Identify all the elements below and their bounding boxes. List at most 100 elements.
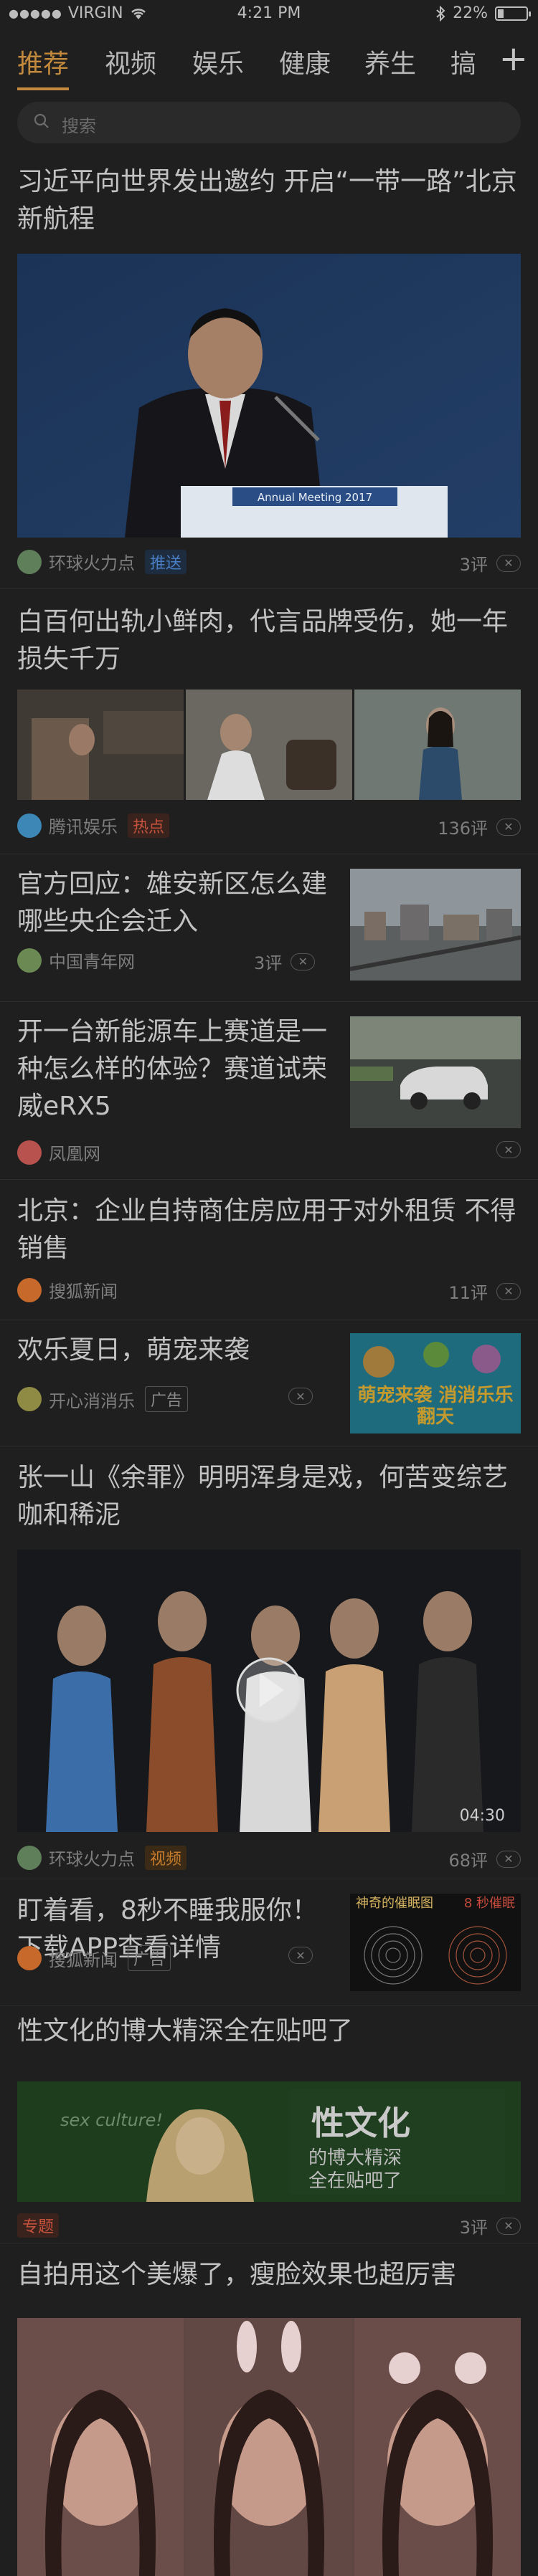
dismiss-button[interactable]: ✕ xyxy=(288,1388,313,1405)
source-logo-icon xyxy=(17,1946,42,1970)
battery-percent: 22% xyxy=(453,4,488,22)
news-actions: ✕ xyxy=(288,1388,313,1405)
news-item[interactable]: 白百何出轨小鲜肉，代言品牌受伤，她一年损失千万 腾讯娱乐 热点 136评 ✕ xyxy=(0,589,538,854)
news-meta: 搜狐新闻 xyxy=(17,1277,118,1302)
news-meta: 搜狐新闻 广告 xyxy=(17,1945,171,1971)
dismiss-button[interactable]: ✕ xyxy=(496,1141,521,1158)
search-input[interactable]: 搜索 xyxy=(17,102,521,143)
source-logo-icon xyxy=(17,549,42,574)
news-source: 环球火力点 xyxy=(49,553,135,573)
channel-tabs: 推荐 视频 娱乐 健康 养生 搞 + xyxy=(0,29,538,93)
news-thumbnail xyxy=(186,690,352,800)
battery-level xyxy=(498,9,504,18)
news-title: 自拍用这个美爆了，瘦脸效果也超厉害 xyxy=(17,2260,457,2289)
tab-health[interactable]: 健康 xyxy=(279,43,331,80)
ad-item[interactable]: 盯着看，8秒不睡我服你！下载APP查看详情 神奇的催眠图 8 秒催眠 搜狐新闻 … xyxy=(0,1879,538,2005)
news-actions: 136评 ✕ xyxy=(438,814,521,839)
news-meta: 凤凰网 xyxy=(17,1140,100,1165)
dismiss-button[interactable]: ✕ xyxy=(496,1850,521,1868)
dismiss-button[interactable]: ✕ xyxy=(496,2217,521,2235)
news-title: 张一山《余罪》明明浑身是戏，何苦变综艺咖和稀泥 xyxy=(17,1463,509,1530)
tab-wellness[interactable]: 养生 xyxy=(364,43,416,80)
podium-caption: Annual Meeting 2017 xyxy=(258,491,372,504)
news-meta: 腾讯娱乐 热点 xyxy=(17,813,170,838)
active-tab-indicator xyxy=(17,87,69,90)
video-duration: 04:30 xyxy=(459,1807,505,1825)
comment-count: 3评 xyxy=(459,2218,488,2238)
news-title: 性文化的博大精深全在贴吧了 xyxy=(17,2016,354,2046)
dismiss-button[interactable]: ✕ xyxy=(288,1947,313,1964)
news-thumbnail xyxy=(350,869,521,981)
ad-image: 萌宠来袭 消消乐乐翻天 xyxy=(350,1333,521,1434)
bluetooth-icon xyxy=(436,5,445,22)
news-thumbnail xyxy=(17,690,184,800)
ad-tag: 广告 xyxy=(128,1945,171,1971)
dismiss-button[interactable]: ✕ xyxy=(496,818,521,836)
topic-banner: sex culture! 性文化 的博大精深 全在贴吧了 xyxy=(17,2081,521,2202)
news-image: Annual Meeting 2017 xyxy=(17,254,521,538)
ad-tag: 广告 xyxy=(145,1386,189,1412)
news-item[interactable]: 自拍用这个美爆了，瘦脸效果也超厉害 xyxy=(0,2243,538,2576)
news-actions: ✕ xyxy=(496,1141,521,1158)
news-title: 开一台新能源车上赛道是一种怎么样的体验？赛道试荣威eRX5 xyxy=(17,1017,328,1121)
news-source: 腾讯娱乐 xyxy=(49,817,118,837)
topic-tag: 专题 xyxy=(17,2213,60,2238)
topic-item[interactable]: 性文化的博大精深全在贴吧了 sex culture! 性文化 的博大精深 全在贴… xyxy=(0,2005,538,2243)
news-tag: 推送 xyxy=(145,549,187,574)
news-meta: 专题 xyxy=(17,2213,60,2238)
news-item[interactable]: 北京：企业自持商住房应用于对外租赁 不得销售 搜狐新闻 11评 ✕ xyxy=(0,1180,538,1320)
source-logo-icon xyxy=(17,1845,42,1870)
news-tag: 热点 xyxy=(128,813,170,838)
news-source: 搜狐新闻 xyxy=(49,1282,118,1302)
news-actions: 3评 ✕ xyxy=(460,2213,521,2238)
add-channel-button[interactable]: + xyxy=(499,39,528,79)
news-thumbnail xyxy=(350,1016,521,1128)
source-logo-icon xyxy=(17,948,42,973)
news-actions: 3评 ✕ xyxy=(460,550,521,576)
comment-count: 3评 xyxy=(254,953,283,973)
tab-video[interactable]: 视频 xyxy=(105,43,156,80)
ad-item[interactable]: 欢乐夏日，萌宠来袭 萌宠来袭 消消乐乐翻天 开心消消乐 广告 ✕ xyxy=(0,1320,538,1446)
news-source: 搜狐新闻 xyxy=(49,1950,118,1970)
video-item[interactable]: 张一山《余罪》明明浑身是戏，何苦变综艺咖和稀泥 04:30 环球火力点 视频 6… xyxy=(0,1446,538,1879)
banner-title: 性文化 xyxy=(311,2104,410,2142)
news-title: 欢乐夏日，萌宠来袭 xyxy=(17,1335,250,1365)
dismiss-button[interactable]: ✕ xyxy=(496,1282,521,1300)
search-icon xyxy=(34,113,49,128)
news-title: 北京：企业自持商住房应用于对外租赁 不得销售 xyxy=(17,1196,516,1263)
news-title: 官方回应：雄安新区怎么建 哪些央企会迁入 xyxy=(17,869,328,936)
news-item[interactable]: 习近平向世界发出邀约 开启“一带一路”北京新航程 Annual Meeting … xyxy=(0,152,538,589)
source-logo-icon xyxy=(17,1140,42,1165)
news-actions: 68评 ✕ xyxy=(448,1846,521,1871)
comment-count: 68评 xyxy=(448,1851,488,1871)
ad-image-text: 萌宠来袭 消消乐乐翻天 xyxy=(357,1385,514,1428)
banner-left-text: sex culture! xyxy=(60,2110,164,2130)
comment-count: 11评 xyxy=(448,1283,488,1303)
source-logo-icon xyxy=(17,813,42,838)
video-thumbnail[interactable]: 04:30 xyxy=(17,1550,521,1832)
search-placeholder: 搜索 xyxy=(62,116,96,136)
source-logo-icon xyxy=(17,1277,42,1302)
tab-entertainment[interactable]: 娱乐 xyxy=(192,43,244,80)
battery-icon xyxy=(495,6,531,21)
news-tag: 视频 xyxy=(145,1845,187,1870)
news-item[interactable]: 官方回应：雄安新区怎么建 哪些央企会迁入 中国青年网 3评 ✕ xyxy=(0,854,538,1002)
news-item[interactable]: 开一台新能源车上赛道是一种怎么样的体验？赛道试荣威eRX5 凤凰网 ✕ xyxy=(0,1002,538,1180)
dismiss-button[interactable]: ✕ xyxy=(291,953,316,970)
tab-recommend[interactable]: 推荐 xyxy=(17,43,69,80)
news-source: 凤凰网 xyxy=(49,1144,100,1164)
banner-subtitle-2: 全在贴吧了 xyxy=(308,2170,402,2192)
source-logo-icon xyxy=(17,1387,42,1411)
tab-funny[interactable]: 搞 xyxy=(450,43,476,80)
dismiss-button[interactable]: ✕ xyxy=(496,554,521,572)
news-actions: 3评 ✕ xyxy=(254,949,316,974)
news-actions: 11评 ✕ xyxy=(448,1279,521,1304)
news-meta: 开心消消乐 广告 xyxy=(17,1386,189,1412)
news-actions: ✕ xyxy=(288,1947,313,1964)
news-source: 开心消消乐 xyxy=(49,1390,135,1411)
news-image xyxy=(17,2318,521,2576)
news-meta: 环球火力点 推送 xyxy=(17,549,187,574)
news-title: 白百何出轨小鲜肉，代言品牌受伤，她一年损失千万 xyxy=(17,607,509,674)
comment-count: 136评 xyxy=(438,819,488,839)
status-bar: ●●●●● VIRGIN 4:21 PM 22% xyxy=(0,0,538,29)
